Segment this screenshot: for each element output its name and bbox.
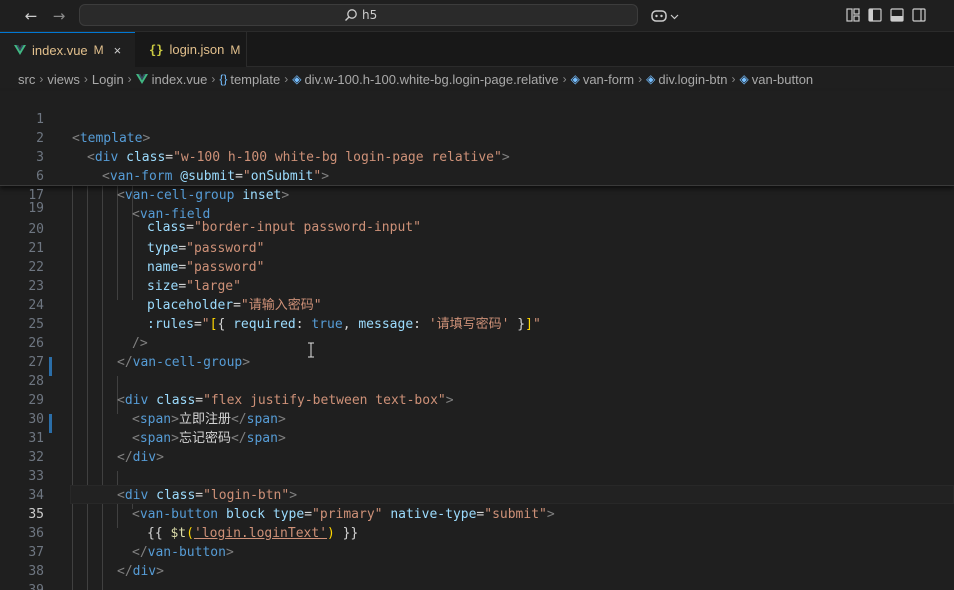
chevron-right-icon: ›: [562, 72, 567, 86]
customize-layout-icon[interactable]: [846, 8, 860, 22]
line-number: 39: [0, 581, 44, 590]
breadcrumb-item[interactable]: div.login-btn: [658, 72, 727, 87]
code-line[interactable]: 38: [0, 543, 954, 579]
braces-icon: {}: [219, 72, 228, 86]
search-icon: [345, 9, 357, 21]
vue-file-icon: [135, 74, 148, 84]
sticky-scroll-header[interactable]: 1 <template> 2 <div class="w-100 h-100 w…: [0, 91, 954, 222]
close-icon[interactable]: ×: [114, 43, 122, 58]
breadcrumb-item[interactable]: van-button: [752, 72, 813, 87]
code-line[interactable]: 23 placeholder="请输入密码": [0, 258, 954, 313]
element-cube-icon: ◈: [292, 72, 302, 86]
code-line[interactable]: 22 size="large": [0, 239, 954, 294]
code-line[interactable]: 28 <div class="flex justify-between text…: [0, 353, 954, 408]
text-cursor-icon: [308, 342, 314, 358]
tab-index-vue[interactable]: index.vue M ×: [0, 32, 135, 67]
element-cube-icon: ◈: [739, 72, 749, 86]
breadcrumb-item[interactable]: template: [230, 72, 280, 87]
breadcrumb-item[interactable]: Login: [92, 72, 124, 87]
code-text: <van-field: [132, 207, 211, 222]
chevron-right-icon: ›: [83, 72, 88, 86]
sticky-line[interactable]: 1 <template>: [0, 91, 954, 146]
tab-login-json[interactable]: {} login.json M: [135, 32, 247, 67]
code-line[interactable]: 29 <span>立即注册</span>: [0, 372, 954, 427]
breadcrumb-item[interactable]: index.vue: [152, 72, 208, 87]
tab-label: login.json: [169, 42, 225, 57]
arrow-left-icon[interactable]: ←: [20, 5, 42, 27]
code-line-current[interactable]: 35 {{ $t('login.loginText') }}: [0, 486, 954, 541]
code-line[interactable]: 34 <van-button block type="primary" nati…: [0, 467, 954, 522]
code-line[interactable]: 37 </div>: [0, 524, 954, 579]
line-number: 17: [28, 188, 44, 203]
code-line[interactable]: 30 <span>忘记密码</span>: [0, 391, 954, 446]
search-text: h5: [362, 8, 378, 22]
code-line[interactable]: 25 />: [0, 296, 954, 351]
code-line[interactable]: 32: [0, 429, 954, 465]
chevron-down-icon: [670, 14, 679, 19]
editor-tab-bar: index.vue M × {} login.json M: [0, 32, 954, 67]
breadcrumb-item[interactable]: src: [18, 72, 35, 87]
toggle-primary-sidebar-icon[interactable]: [868, 8, 882, 22]
element-cube-icon: ◈: [646, 72, 656, 86]
json-file-icon: {}: [149, 42, 164, 57]
breadcrumb-item[interactable]: van-form: [583, 72, 634, 87]
modified-badge: M: [93, 43, 104, 57]
toggle-secondary-sidebar-icon[interactable]: [912, 8, 926, 22]
arrow-right-icon[interactable]: →: [48, 5, 70, 27]
chevron-right-icon: ›: [39, 72, 44, 86]
chevron-right-icon: ›: [284, 72, 289, 86]
copilot-button[interactable]: [650, 7, 684, 25]
title-bar: ← → h5: [0, 0, 954, 32]
sticky-line[interactable]: 17 <van-field: [0, 167, 954, 222]
element-cube-icon: ◈: [570, 72, 580, 86]
command-center-search[interactable]: h5: [79, 4, 638, 26]
breadcrumb-item[interactable]: views: [47, 72, 80, 87]
chevron-right-icon: ›: [211, 72, 216, 86]
tab-label: index.vue: [32, 42, 88, 58]
chevron-right-icon: ›: [127, 72, 132, 86]
breadcrumb-item[interactable]: div.w-100.h-100.white-bg.login-page.rela…: [304, 72, 558, 87]
code-line[interactable]: 31 </div>: [0, 410, 954, 465]
toggle-panel-icon[interactable]: [890, 8, 904, 22]
code-editor[interactable]: 1 <template> 2 <div class="w-100 h-100 w…: [0, 91, 954, 590]
code-line[interactable]: 24 :rules="[{ required: true, message: '…: [0, 277, 954, 332]
copilot-icon: [651, 10, 667, 22]
sticky-line[interactable]: 6 <van-cell-group inset>: [0, 148, 954, 203]
code-line[interactable]: 36 </van-button>: [0, 505, 954, 560]
code-line[interactable]: 33 <div class="login-btn">: [0, 448, 954, 503]
modified-badge: M: [230, 42, 241, 57]
chevron-right-icon: ›: [731, 72, 736, 86]
code-line[interactable]: 39 <div class="agreement-box flex justif…: [0, 562, 954, 590]
code-line[interactable]: 27: [0, 334, 954, 370]
breadcrumb: src › views › Login › index.vue › {} tem…: [0, 67, 954, 91]
sticky-line[interactable]: 3 <van-form @submit="onSubmit">: [0, 129, 954, 184]
chevron-right-icon: ›: [638, 72, 643, 86]
code-text: <van-cell-group inset>: [117, 188, 290, 203]
vue-file-icon: [14, 45, 26, 55]
sticky-line[interactable]: 2 <div class="w-100 h-100 white-bg login…: [0, 110, 954, 165]
code-line[interactable]: 26 </van-cell-group>: [0, 315, 954, 370]
